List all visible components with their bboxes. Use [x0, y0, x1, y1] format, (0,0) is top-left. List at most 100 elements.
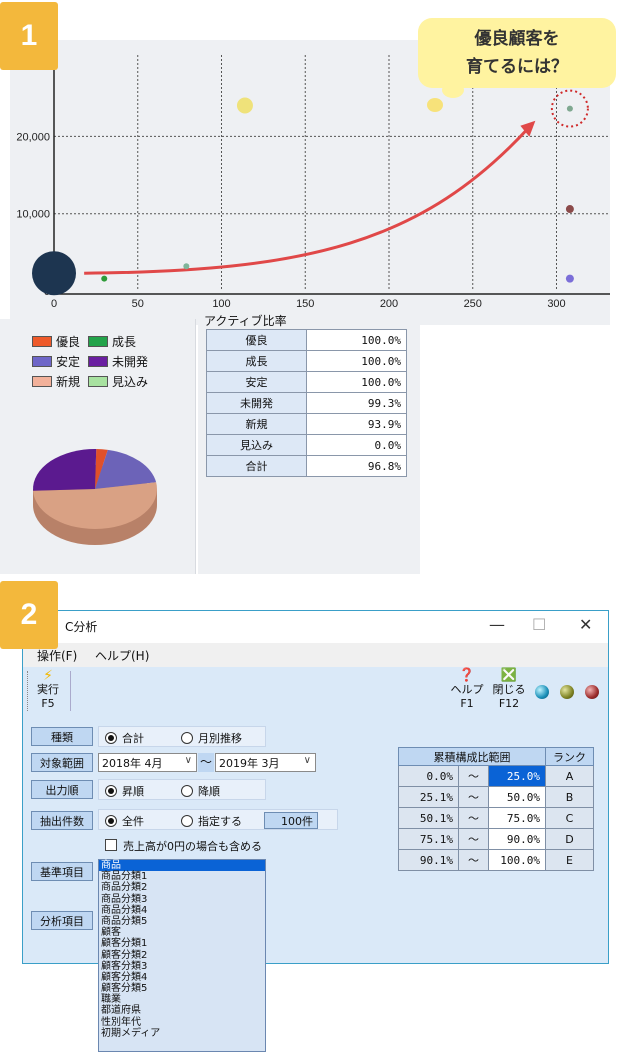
rank-low-value: 50.1%: [398, 807, 459, 829]
dropdown-option[interactable]: 商品分類4: [99, 905, 265, 916]
step-badge-1: 1: [0, 2, 58, 70]
rank-low-value: 75.1%: [398, 828, 459, 850]
lightning-icon: ⚡: [43, 668, 53, 684]
window-title: C分析: [65, 620, 98, 634]
scatter-point: [565, 274, 574, 283]
run-key: F5: [41, 697, 55, 710]
toolbar-grip: [27, 671, 28, 711]
basis-label: 基準項目: [31, 862, 93, 881]
help-label: ヘルプ: [450, 683, 484, 696]
radio-label: 指定する: [198, 815, 242, 828]
order-asc-radio[interactable]: 昇順: [105, 783, 144, 799]
legend-swatch: [32, 376, 52, 387]
radio-label: 月別推移: [198, 732, 242, 745]
minimize-button[interactable]: —: [489, 615, 505, 634]
callout-line-2: 育てるには？: [466, 57, 568, 77]
ratio-row: 未開発 99.3%: [206, 392, 407, 414]
rank-high-input[interactable]: 90.0%: [488, 828, 546, 850]
menu-help[interactable]: ヘルプ(H): [95, 647, 149, 664]
ratio-row: 合計 96.8%: [206, 455, 407, 477]
help-icon: ❓: [458, 668, 476, 683]
chevron-down-icon: ∨: [303, 755, 311, 766]
dropdown-option[interactable]: 商品分類3: [99, 894, 265, 905]
kind-label: 種類: [31, 727, 93, 746]
legend-item: 未開発: [88, 353, 148, 370]
y-tick-label: 20,000: [16, 131, 50, 143]
close-label: 閉じる: [492, 683, 526, 696]
rank-high-input[interactable]: 100.0%: [488, 849, 546, 871]
dropdown-option[interactable]: 顧客分類2: [99, 950, 265, 961]
ratio-row-value: 99.3%: [306, 392, 407, 414]
maximize-button[interactable]: ☐: [532, 615, 546, 634]
dropdown-option[interactable]: 初期メディア: [99, 1028, 265, 1039]
legend-item: 成長: [88, 333, 136, 350]
dropdown-option[interactable]: 顧客分類3: [99, 961, 265, 972]
ratio-table: 優良 100.0% 成長 100.0% 安定 100.0% 未開発 99.3% 新規 93.9% 見…: [206, 329, 407, 477]
range-from-select[interactable]: 2018年 4月 ∨: [98, 753, 197, 772]
count-input[interactable]: 100件: [264, 812, 318, 829]
legend-label: 安定: [56, 355, 81, 369]
legend-label: 優良: [56, 335, 81, 349]
dropdown-option[interactable]: 顧客: [99, 927, 265, 938]
rank-separator: ～: [458, 807, 489, 829]
radio-label: 昇順: [122, 785, 144, 798]
rank-letter: A: [545, 765, 594, 787]
dropdown-option[interactable]: 都道府県: [99, 1005, 265, 1016]
ratio-row: 優良 100.0%: [206, 329, 407, 351]
dropdown-option[interactable]: 商品分類5: [99, 916, 265, 927]
rank-range-table: 累積構成比範囲 ランク 0.0% ～ 25.0% A 25.1% ～ 50.0% B 50.1%…: [398, 747, 594, 871]
close-button[interactable]: ❎ 閉じる F12: [489, 669, 529, 711]
count-specify-radio[interactable]: 指定する: [181, 813, 242, 829]
rank-high-input[interactable]: 50.0%: [488, 786, 546, 808]
chevron-down-icon: ∨: [184, 755, 192, 766]
dropdown-option[interactable]: 顧客分類5: [99, 983, 265, 994]
dropdown-option[interactable]: 顧客分類1: [99, 938, 265, 949]
range-separator: ～: [198, 753, 214, 772]
menu-operation[interactable]: 操作(F): [37, 647, 77, 664]
range-to-select[interactable]: 2019年 3月 ∨: [215, 753, 316, 772]
rank-row: 75.1% ～ 90.0% D: [398, 828, 594, 850]
rank-letter: E: [545, 849, 594, 871]
dropdown-option[interactable]: 商品分類2: [99, 882, 265, 893]
menu-bar: 操作(F) ヘルプ(H): [23, 643, 608, 667]
active-ratio-panel: アクティブ比率 優良 100.0% 成長 100.0% 安定 100.0% 未開発 99.3%…: [198, 312, 420, 574]
ratio-row: 成長 100.0%: [206, 350, 407, 372]
basis-dropdown-list[interactable]: 商品 商品分類1 商品分類2 商品分類3 商品分類4 商品分類5 顧客 顧客分類1 顧客分類2 顧…: [98, 859, 266, 1052]
x-tick-label: 50: [132, 298, 144, 310]
radio-label: 降順: [198, 785, 220, 798]
x-tick-label: 150: [296, 298, 314, 310]
ratio-row: 安定 100.0%: [206, 371, 407, 393]
dropdown-option[interactable]: 職業: [99, 994, 265, 1005]
toolbar-separator: [70, 671, 71, 711]
dropdown-option[interactable]: 商品: [99, 860, 265, 872]
ratio-row-value: 100.0%: [306, 329, 407, 351]
ratio-row: 新規 93.9%: [206, 413, 407, 435]
red-orb-icon[interactable]: [585, 685, 599, 699]
rank-row: 0.0% ～ 25.0% A: [398, 765, 594, 787]
count-all-radio[interactable]: 全件: [105, 813, 144, 829]
scatter-point: [236, 97, 253, 114]
zero-sales-checkbox[interactable]: [105, 839, 117, 851]
run-button[interactable]: ⚡ 実行 F5: [35, 669, 61, 711]
legend-swatch: [88, 356, 108, 367]
kind-monthly-radio[interactable]: 月別推移: [181, 730, 242, 746]
rank-high-input[interactable]: 75.0%: [488, 807, 546, 829]
pie-chart: [33, 449, 157, 545]
close-window-button[interactable]: ✕: [579, 615, 592, 634]
zero-sales-label: 売上高が0円の場合も含める: [123, 840, 262, 853]
help-button[interactable]: ❓ ヘルプ F1: [449, 669, 485, 711]
x-tick-label: 0: [51, 298, 57, 310]
order-desc-radio[interactable]: 降順: [181, 783, 220, 799]
blue-orb-icon[interactable]: [535, 685, 549, 699]
dropdown-option[interactable]: 顧客分類4: [99, 972, 265, 983]
rank-separator: ～: [458, 849, 489, 871]
rank-high-input[interactable]: 25.0%: [488, 765, 546, 787]
olive-orb-icon[interactable]: [560, 685, 574, 699]
dropdown-option[interactable]: 商品分類1: [99, 871, 265, 882]
kind-total-radio[interactable]: 合計: [105, 730, 144, 746]
rank-row: 50.1% ～ 75.0% C: [398, 807, 594, 829]
ratio-row-value: 96.8%: [306, 455, 407, 477]
ratio-row-label: 未開発: [206, 392, 307, 414]
dropdown-option[interactable]: 性別年代: [99, 1017, 265, 1028]
radio-label: 全件: [122, 815, 144, 828]
